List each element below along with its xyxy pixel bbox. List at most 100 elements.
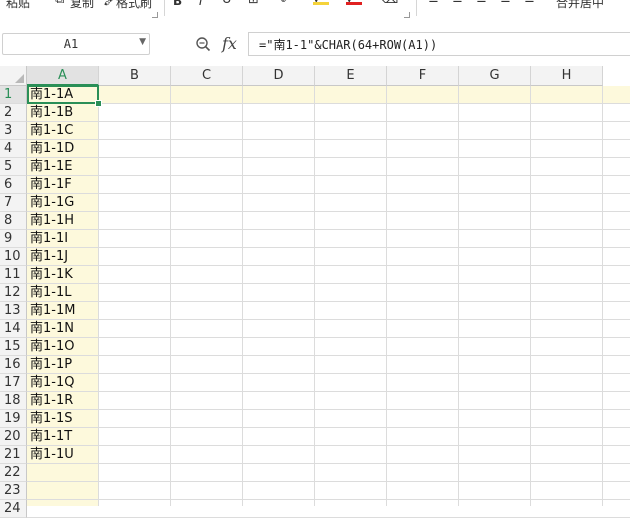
clear-icon[interactable]: ⌫ (380, 0, 398, 7)
row-header[interactable]: 1 (0, 86, 27, 104)
column-gridline (314, 86, 315, 506)
row-gridline (27, 499, 630, 500)
row-gridline (27, 391, 630, 392)
row-gridline (27, 283, 630, 284)
column-header-h[interactable]: H (531, 66, 603, 86)
column-header-g[interactable]: G (459, 66, 531, 86)
row-header[interactable]: 11 (0, 266, 27, 284)
merge-center-button[interactable]: 合并居中 (556, 0, 604, 11)
cell-a16[interactable]: 南1-1P (27, 356, 99, 374)
align-bottom-icon[interactable]: ≡ (476, 0, 487, 7)
cell-a2[interactable]: 南1-1B (27, 104, 99, 122)
underline-icon[interactable]: U (222, 0, 232, 7)
font-dialog-launcher[interactable] (404, 12, 410, 18)
row-header[interactable]: 12 (0, 284, 27, 302)
cell-a9[interactable]: 南1-1I (27, 230, 99, 248)
row-header[interactable]: 24 (0, 500, 27, 518)
row-header[interactable]: 16 (0, 356, 27, 374)
row-gridline (27, 319, 630, 320)
align-top-icon[interactable]: ≡ (428, 0, 439, 7)
row-header[interactable]: 14 (0, 320, 27, 338)
row-gridline (27, 427, 630, 428)
row-gridline (27, 463, 630, 464)
cell-a10[interactable]: 南1-1J (27, 248, 99, 266)
row-gridline (27, 193, 630, 194)
cell-a11[interactable]: 南1-1K (27, 266, 99, 284)
row-gridline (27, 175, 630, 176)
row-header[interactable]: 23 (0, 482, 27, 500)
row-header[interactable]: 13 (0, 302, 27, 320)
row-gridline (27, 211, 630, 212)
border-icon[interactable]: ⊞ (248, 0, 259, 7)
column-header-a[interactable]: A (27, 66, 99, 86)
cell-a6[interactable]: 南1-1F (27, 176, 99, 194)
active-row-highlight (27, 86, 630, 104)
row-header[interactable]: 22 (0, 464, 27, 482)
row-gridline (27, 337, 630, 338)
cell-a15[interactable]: 南1-1O (27, 338, 99, 356)
column-header-d[interactable]: D (243, 66, 315, 86)
cell-a18[interactable]: 南1-1R (27, 392, 99, 410)
cell-a22[interactable] (27, 464, 99, 482)
row-header[interactable]: 3 (0, 122, 27, 140)
column-gridline (530, 86, 531, 506)
row-header[interactable]: 9 (0, 230, 27, 248)
insert-function-button[interactable]: fx (222, 34, 237, 53)
cell-a17[interactable]: 南1-1Q (27, 374, 99, 392)
row-header[interactable]: 17 (0, 374, 27, 392)
chevron-down-icon[interactable]: ▼ (139, 37, 146, 47)
cell-a21[interactable]: 南1-1U (27, 446, 99, 464)
bold-button[interactable]: B (173, 0, 182, 8)
eraser-icon[interactable]: ✐ (280, 0, 291, 7)
cell-a3[interactable]: 南1-1C (27, 122, 99, 140)
row-gridline (27, 103, 630, 104)
fill-handle[interactable] (95, 100, 102, 107)
row-header[interactable]: 4 (0, 140, 27, 158)
ribbon-toolbar: 粘贴 ⧉ 复制 🖌 格式刷 B I U ⊞ ✐ ▾ ▾ ⌫ ≡ ≡ ≡ ≡ ≡ … (0, 0, 630, 22)
row-header[interactable]: 18 (0, 392, 27, 410)
row-header[interactable]: 20 (0, 428, 27, 446)
paste-button[interactable]: 粘贴 (6, 0, 30, 11)
cell-a5[interactable]: 南1-1E (27, 158, 99, 176)
row-header[interactable]: 10 (0, 248, 27, 266)
name-box[interactable]: A1 ▼ (2, 33, 150, 55)
cell-a13[interactable]: 南1-1M (27, 302, 99, 320)
row-header[interactable]: 21 (0, 446, 27, 464)
cell-a19[interactable]: 南1-1S (27, 410, 99, 428)
row-gridline (27, 247, 630, 248)
cell-a24[interactable] (27, 500, 99, 518)
clipboard-dialog-launcher[interactable] (152, 12, 158, 18)
italic-button[interactable]: I (199, 0, 203, 8)
formula-input[interactable]: ="南1-1"&CHAR(64+ROW(A1)) (248, 32, 630, 56)
column-header-c[interactable]: C (171, 66, 243, 86)
cell-a20[interactable]: 南1-1T (27, 428, 99, 446)
cell-a14[interactable]: 南1-1N (27, 320, 99, 338)
copy-button[interactable]: 复制 (70, 0, 94, 11)
formula-text: ="南1-1"&CHAR(64+ROW(A1)) (259, 38, 438, 52)
column-header-f[interactable]: F (387, 66, 459, 86)
zoom-icon[interactable] (195, 36, 211, 52)
cell-area[interactable]: 南1-1A 南1-1B 南1-1C 南1-1D 南1-1E 南1-1F 南1-1G 南1-1H… (27, 85, 630, 518)
selected-cell-border (27, 85, 99, 104)
row-header[interactable]: 19 (0, 410, 27, 428)
align-middle-icon[interactable]: ≡ (452, 0, 463, 7)
column-gridline (242, 86, 243, 506)
row-header[interactable]: 15 (0, 338, 27, 356)
cell-a12[interactable]: 南1-1L (27, 284, 99, 302)
align-center-icon[interactable]: ≡ (524, 0, 535, 7)
select-all-corner[interactable] (0, 66, 27, 86)
column-header-b[interactable]: B (99, 66, 171, 86)
column-header-e[interactable]: E (315, 66, 387, 86)
format-painter-button[interactable]: 格式刷 (116, 0, 152, 11)
row-header[interactable]: 7 (0, 194, 27, 212)
align-left-icon[interactable]: ≡ (500, 0, 511, 7)
row-header[interactable]: 5 (0, 158, 27, 176)
row-header[interactable]: 2 (0, 104, 27, 122)
row-header[interactable]: 8 (0, 212, 27, 230)
cell-a7[interactable]: 南1-1G (27, 194, 99, 212)
cell-a4[interactable]: 南1-1D (27, 140, 99, 158)
cell-a8[interactable]: 南1-1H (27, 212, 99, 230)
row-header[interactable]: 6 (0, 176, 27, 194)
spreadsheet-grid: ABCDEFGH 1 2 3 4 5 6 7 8 9 10 11 12 13 14 15 16 17 18 19 20… (0, 66, 630, 518)
cell-a23[interactable] (27, 482, 99, 500)
